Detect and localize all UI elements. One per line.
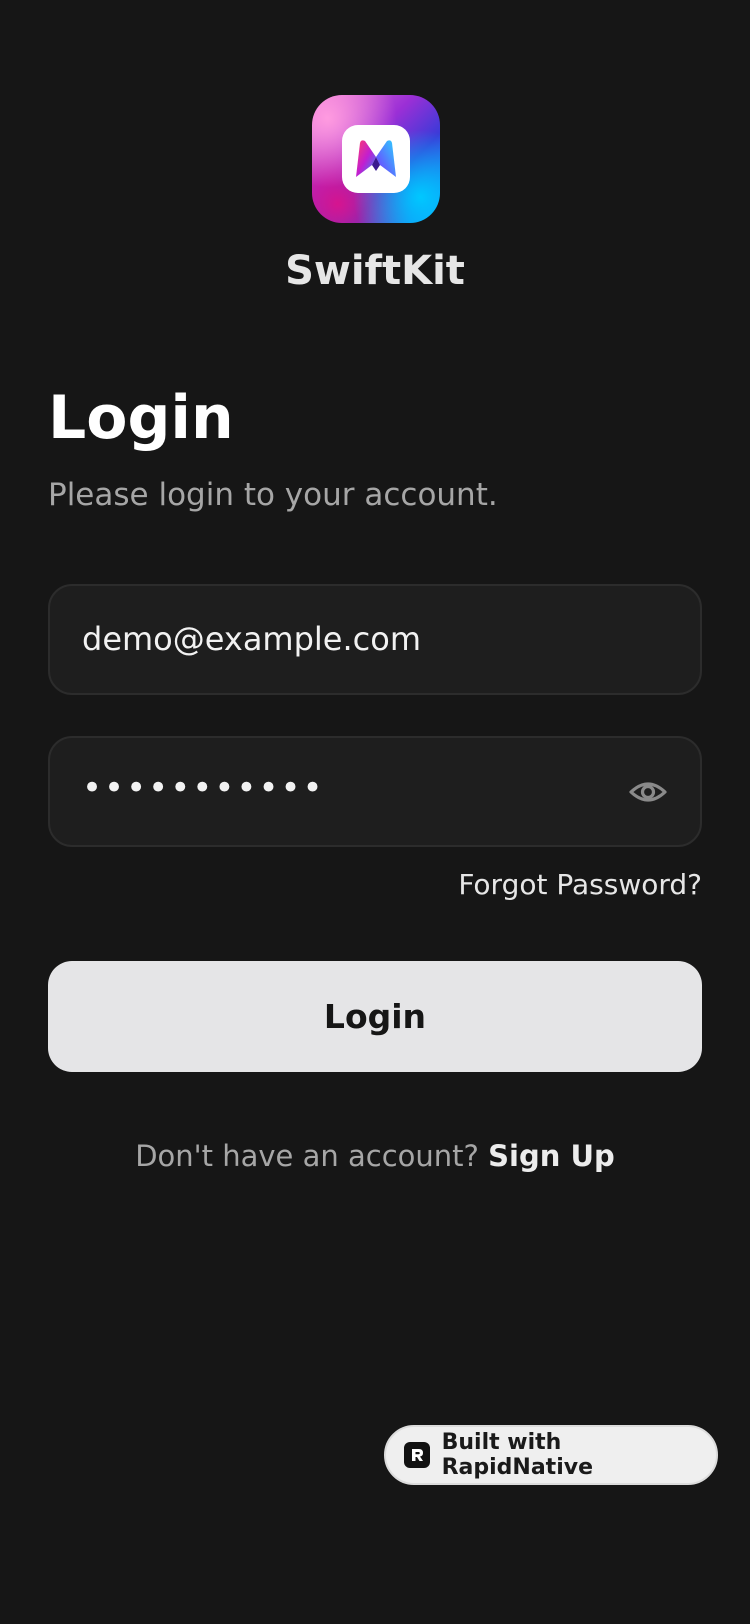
signup-prompt-text: Don't have an account? (135, 1139, 489, 1173)
swiftkit-logo-icon (342, 125, 410, 193)
app-name: SwiftKit (285, 248, 465, 294)
email-field[interactable]: demo@example.com (48, 584, 702, 695)
sign-up-link[interactable]: Sign Up (488, 1139, 615, 1173)
page-subtitle: Please login to your account. (48, 477, 498, 513)
page-title: Login (48, 383, 234, 453)
app-logo (312, 95, 440, 223)
password-field[interactable]: ••••••••••• (48, 736, 702, 847)
login-button[interactable]: Login (48, 961, 702, 1072)
login-button-label: Login (323, 997, 427, 1036)
login-screen: SwiftKit Login Please login to your acco… (0, 0, 750, 1624)
built-with-badge[interactable]: Built with RapidNative (384, 1425, 718, 1485)
rapidnative-icon (404, 1442, 430, 1468)
eye-icon[interactable] (628, 772, 668, 812)
forgot-password-link[interactable]: Forgot Password? (458, 868, 702, 901)
signup-prompt: Don't have an account? Sign Up (0, 1139, 750, 1173)
built-with-label: Built with RapidNative (441, 1430, 593, 1480)
password-value: ••••••••••• (82, 768, 325, 808)
email-value: demo@example.com (82, 620, 421, 658)
